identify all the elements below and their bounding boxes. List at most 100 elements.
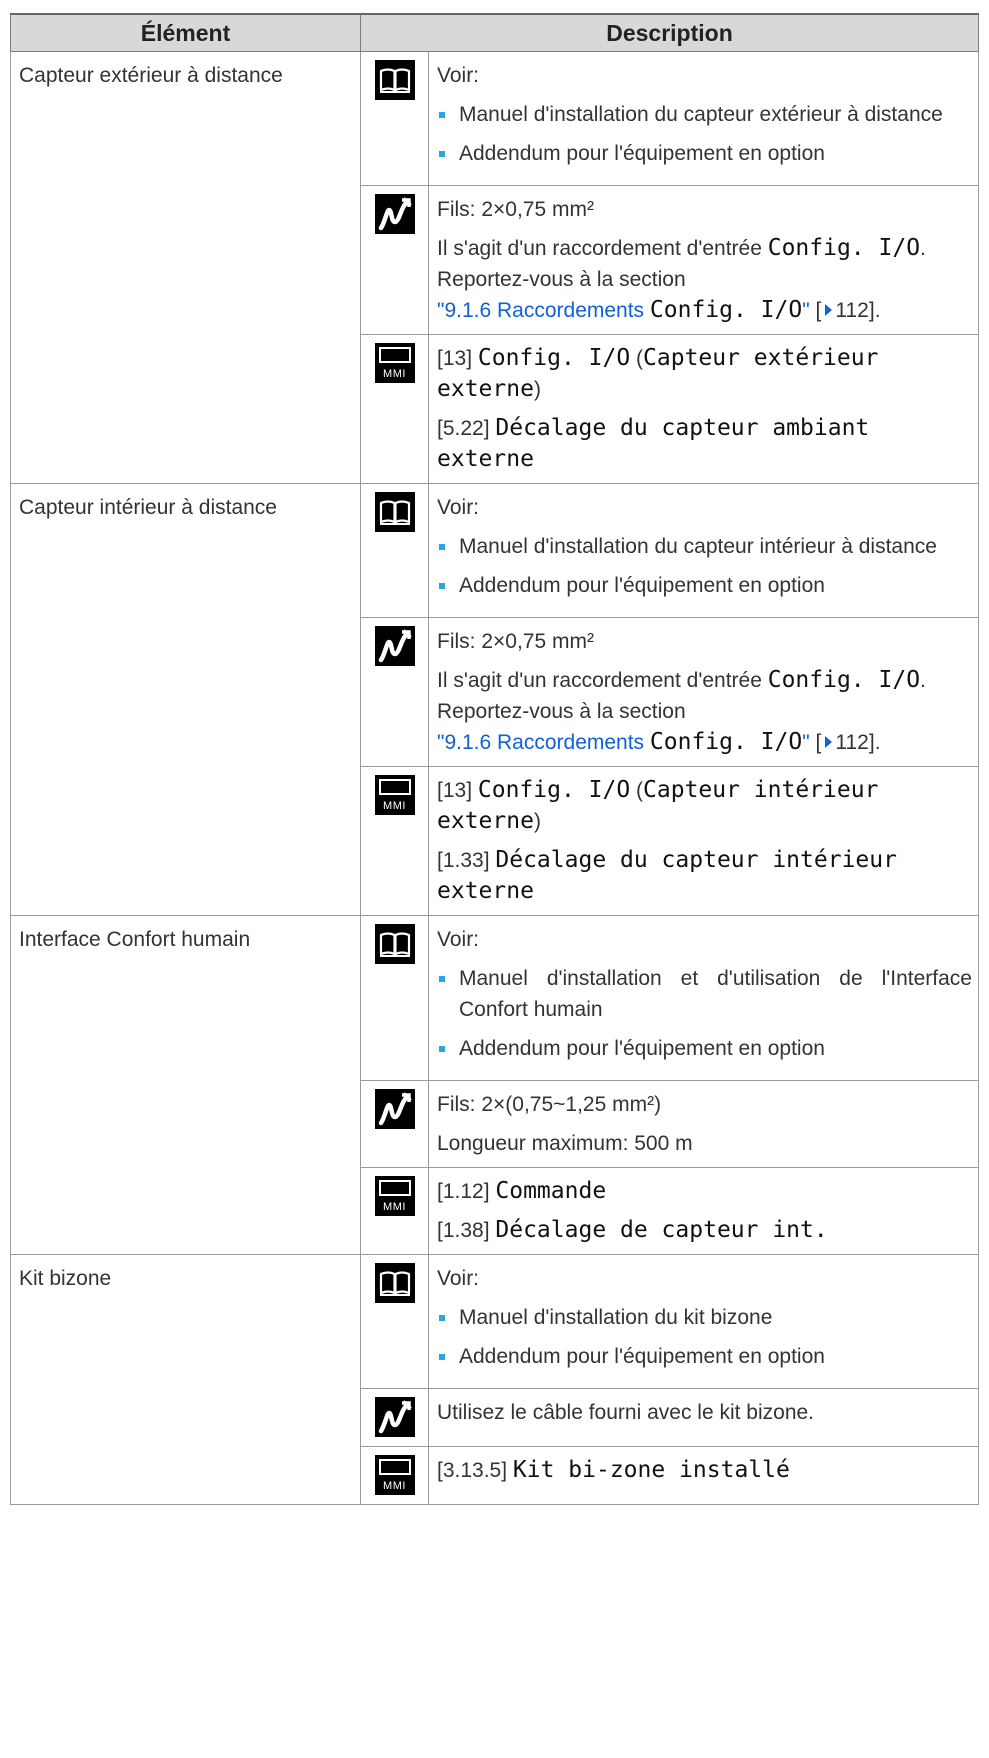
manual-icon-cell	[360, 483, 429, 618]
wiring-max-length: Longueur maximum: 500 m	[437, 1132, 693, 1155]
page-arrow-icon	[825, 304, 833, 316]
table-header-row: Élément Description	[10, 13, 979, 52]
paren-close: )	[533, 378, 541, 401]
interface-line-1: [1.12] Commande	[437, 1176, 972, 1207]
link-code: Config. I/O	[649, 297, 803, 323]
mmi-icon: MMI	[374, 1455, 415, 1495]
link-prefix: "9.1.6 Raccordements	[437, 299, 650, 322]
interface-line-2: [5.22] Décalage du capteur ambiant exter…	[437, 413, 972, 475]
menu-code: Config. I/O	[477, 777, 631, 803]
interface-icon-cell: MMI	[360, 334, 429, 484]
menu-code: Décalage du capteur ambiant externe	[437, 415, 870, 472]
menu-ref: [13]	[437, 779, 473, 802]
interface-line-1: [13] Config. I/O (Capteur intérieur exte…	[437, 775, 972, 837]
wire-icon	[374, 194, 415, 234]
page-open: [	[809, 731, 822, 754]
interface-cell: [13] Config. I/O (Capteur intérieur exte…	[428, 766, 979, 916]
wiring-wires: Fils: 2×0,75 mm²	[437, 198, 594, 221]
document-table-region: Élément Description Capteur extérieur à …	[10, 13, 979, 1505]
table-row: Capteur intérieur à distance Voir: Manuel …	[10, 483, 979, 916]
mmi-label: MMI	[383, 800, 406, 812]
manual-intro: Voir:	[437, 1267, 480, 1290]
wiring-cell: Utilisez le câble fourni avec le kit biz…	[428, 1388, 979, 1447]
manual-icon-cell	[360, 915, 429, 1081]
manual-intro: Voir:	[437, 928, 480, 951]
manual-cell: Voir: Manuel d'installation du capteur in…	[428, 483, 979, 618]
item-name: Capteur intérieur à distance	[19, 496, 277, 519]
table-row: Kit bizone Voir: Manuel d'installation du …	[10, 1254, 979, 1505]
interface-line-2: [1.33] Décalage du capteur intérieur ext…	[437, 845, 972, 907]
wire-icon	[374, 1089, 415, 1129]
paren-open: (	[630, 347, 644, 370]
menu-code: Commande	[495, 1178, 607, 1204]
page-arrow-icon	[825, 736, 833, 748]
manual-icon-cell	[360, 51, 429, 186]
manual-bullet: Manuel d'installation du capteur extérie…	[437, 99, 972, 130]
connection-text-before: Il s'agit d'un raccordement d'entrée	[437, 669, 768, 692]
section-link[interactable]: "9.1.6 Raccordements Config. I/O"	[437, 297, 810, 323]
interface-line-1: [3.13.5] Kit bi-zone installé	[437, 1455, 972, 1486]
wiring-wires: Fils: 2×0,75 mm²	[437, 630, 594, 653]
manual-cell: Voir: Manuel d'installation du kit bizone…	[428, 1254, 979, 1389]
interface-icon-cell: MMI	[360, 1446, 429, 1505]
item-cell: Kit bizone	[10, 1254, 361, 1505]
menu-ref: [3.13.5]	[437, 1459, 508, 1482]
interface-cell: [3.13.5] Kit bi-zone installé	[428, 1446, 979, 1505]
link-suffix: "	[802, 299, 810, 322]
interface-line-2: [1.38] Décalage de capteur int.	[437, 1215, 972, 1246]
mmi-label: MMI	[383, 1480, 406, 1492]
connection-code: Config. I/O	[767, 667, 921, 693]
manual-icon-cell	[360, 1254, 429, 1389]
manual-cell: Voir: Manuel d'installation du capteur ex…	[428, 51, 979, 186]
paren-close: )	[533, 810, 541, 833]
paren-open: (	[630, 779, 644, 802]
interface-cell: [13] Config. I/O (Capteur extérieur exte…	[428, 334, 979, 484]
menu-code: Décalage de capteur int.	[495, 1217, 828, 1243]
wiring-cell: Fils: 2×0,75 mm² Il s'agit d'un raccordem…	[428, 617, 979, 767]
wiring-icon-cell	[360, 617, 429, 767]
item-name: Capteur extérieur à distance	[19, 64, 283, 87]
book-icon	[374, 60, 415, 100]
connection-text-before: Il s'agit d'un raccordement d'entrée	[437, 237, 768, 260]
manual-cell: Voir: Manuel d'installation et d'utilisat…	[428, 915, 979, 1081]
wire-icon	[374, 1397, 415, 1437]
menu-ref: [13]	[437, 347, 473, 370]
menu-code: Kit bi-zone installé	[512, 1457, 790, 1483]
manual-bullet: Addendum pour l'équipement en option	[437, 570, 972, 601]
connection-code: Config. I/O	[767, 235, 921, 261]
item-cell: Interface Confort humain	[10, 915, 361, 1255]
item-cell: Capteur intérieur à distance	[10, 483, 361, 916]
wiring-icon-cell	[360, 185, 429, 335]
menu-code: Décalage du capteur intérieur externe	[437, 847, 897, 904]
link-prefix: "9.1.6 Raccordements	[437, 731, 650, 754]
page-close: ].	[868, 731, 881, 754]
book-icon	[374, 1263, 415, 1303]
manual-intro: Voir:	[437, 496, 480, 519]
manual-bullet: Addendum pour l'équipement en option	[437, 1341, 972, 1372]
page-number: 112	[835, 731, 869, 754]
table-row: Interface Confort humain Voir: Manuel d'in…	[10, 915, 979, 1255]
interface-line-1: [13] Config. I/O (Capteur extérieur exte…	[437, 343, 972, 405]
manual-bullet: Addendum pour l'équipement en option	[437, 138, 972, 169]
manual-bullet: Manuel d'installation du kit bizone	[437, 1302, 972, 1333]
interface-icon-cell: MMI	[360, 766, 429, 916]
table-body: Capteur extérieur à distance Voir: Manuel …	[10, 51, 979, 1505]
page-close: ].	[868, 299, 881, 322]
table-row: Capteur extérieur à distance Voir: Manuel …	[10, 51, 979, 484]
item-cell: Capteur extérieur à distance	[10, 51, 361, 484]
wiring-icon-cell	[360, 1080, 429, 1168]
item-name: Interface Confort humain	[19, 928, 251, 951]
wiring-cell: Fils: 2×0,75 mm² Il s'agit d'un raccordem…	[428, 185, 979, 335]
mmi-label: MMI	[383, 1201, 406, 1213]
book-icon	[374, 924, 415, 964]
menu-ref: [1.33]	[437, 849, 490, 872]
manual-bullet: Addendum pour l'équipement en option	[437, 1033, 972, 1064]
section-link[interactable]: "9.1.6 Raccordements Config. I/O"	[437, 729, 810, 755]
page-open: [	[809, 299, 822, 322]
wiring-connection-text: Il s'agit d'un raccordement d'entrée Con…	[437, 233, 972, 326]
link-suffix: "	[802, 731, 810, 754]
menu-code: Config. I/O	[477, 345, 631, 371]
interface-icon-cell: MMI	[360, 1167, 429, 1255]
item-name: Kit bizone	[19, 1267, 112, 1290]
manual-bullet: Manuel d'installation et d'utilisation d…	[437, 963, 972, 1025]
